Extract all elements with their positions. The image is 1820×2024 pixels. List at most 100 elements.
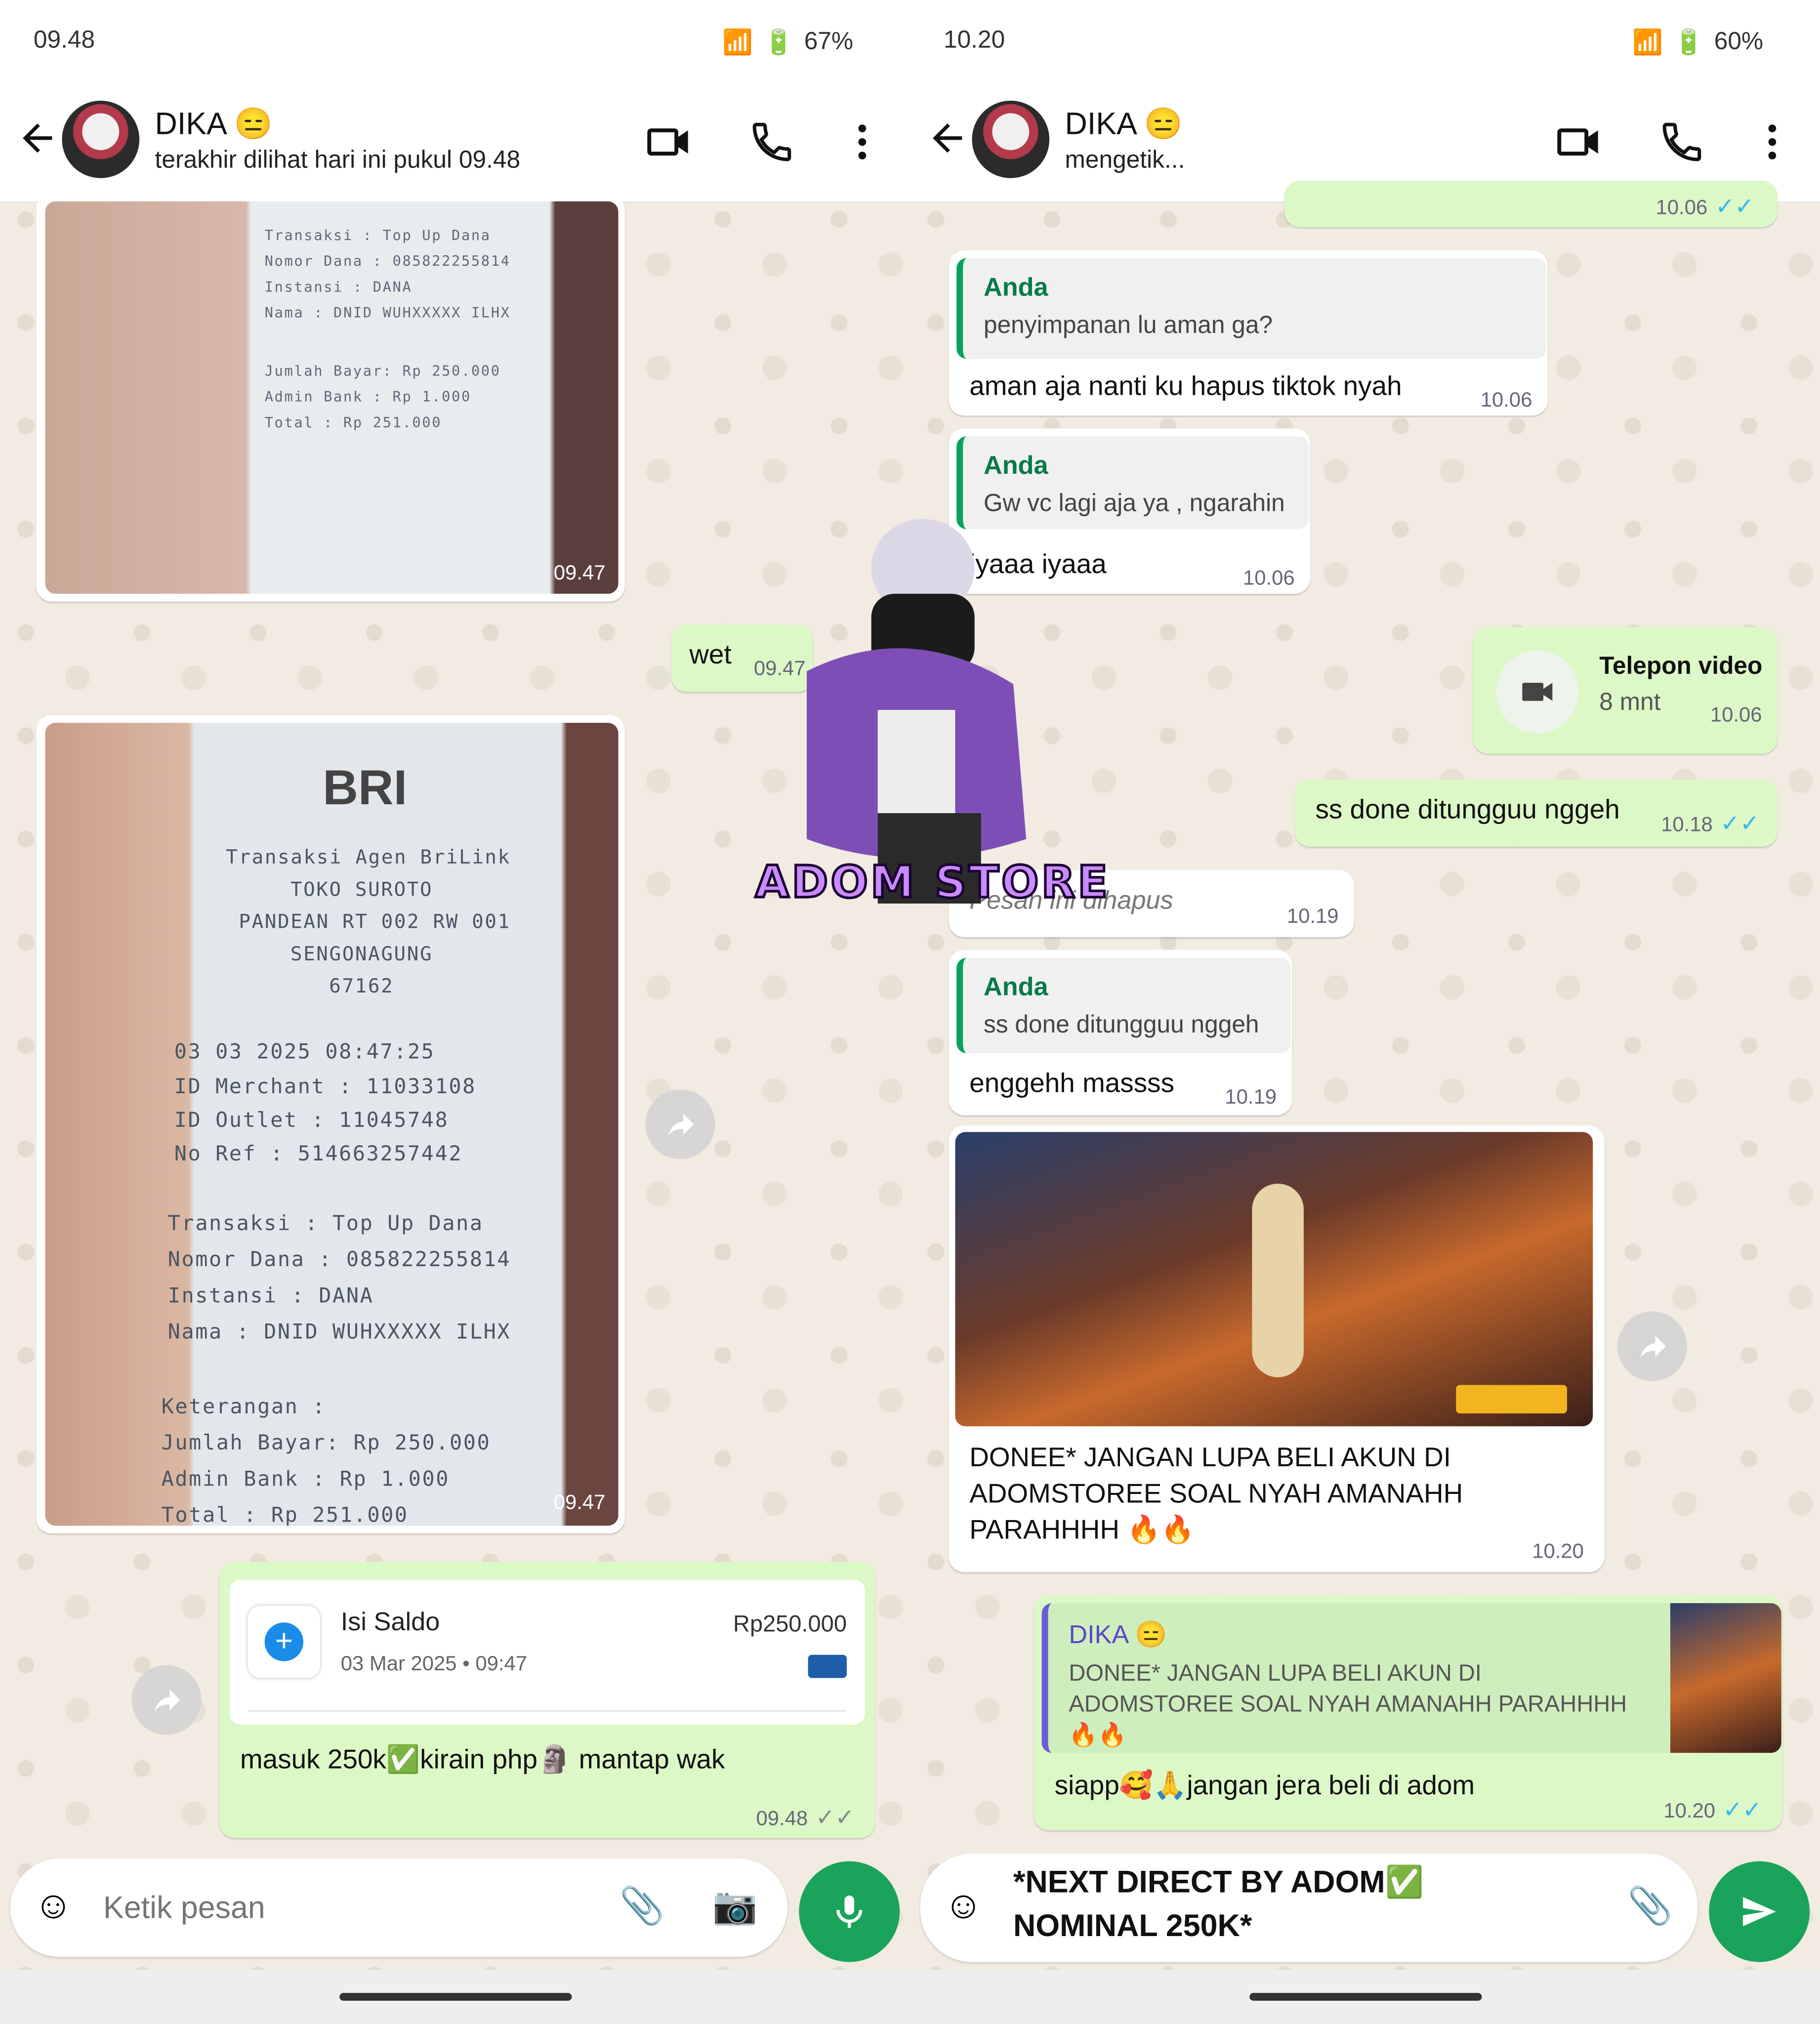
incoming-reply-message[interactable]: Anda penyimpanan lu aman ga? aman aja na… xyxy=(949,250,1548,416)
contact-avatar[interactable] xyxy=(972,100,1050,178)
more-options-icon[interactable] xyxy=(839,119,885,165)
message-text: enggehh massss xyxy=(969,1069,1175,1099)
message-input-bar[interactable]: ☺ 📎 📷 xyxy=(10,1859,787,1957)
message-time-wrap: 10.06 ✓✓ xyxy=(1656,194,1754,221)
card-date: 03 Mar 2025 • 09:47 xyxy=(340,1653,528,1676)
quote-thumbnail xyxy=(1670,1603,1781,1753)
incoming-image-message[interactable]: DONEE* JANGAN LUPA BELI AKUN DI ADOMSTOR… xyxy=(949,1125,1605,1572)
status-bar: 09.48 📶 🔋 67% xyxy=(0,0,910,80)
message-time: 09.47 xyxy=(553,1492,606,1514)
back-arrow-icon[interactable] xyxy=(15,116,59,160)
message-input-bar[interactable]: ☺ *NEXT DIRECT BY ADOM✅ NOMINAL 250K* 📎 xyxy=(920,1853,1697,1962)
video-call-icon[interactable] xyxy=(1555,119,1602,165)
home-indicator[interactable] xyxy=(1248,1993,1482,2001)
receipt-paper: BRI Transaksi Agen BriLink TOKO SUROTO P… xyxy=(97,723,562,1526)
quote-text: DONEE* JANGAN LUPA BELI AKUN DI ADOMSTOR… xyxy=(1069,1660,1627,1748)
send-button[interactable] xyxy=(1709,1861,1810,1962)
receipt-crop-text: Transaksi : Top Up Dana xyxy=(264,227,491,244)
receipt-crop-text: Jumlah Bayar: Rp 250.000 xyxy=(264,363,501,380)
receipt-line: 67162 xyxy=(329,974,394,998)
message-time: 10.06 xyxy=(1480,390,1532,412)
voice-call-icon[interactable] xyxy=(1658,119,1705,165)
draft-text[interactable]: *NEXT DIRECT BY ADOM✅ NOMINAL 250K* xyxy=(1013,1861,1424,1949)
quoted-message[interactable]: DIKA 😑 DONEE* JANGAN LUPA BELI AKUN DI A… xyxy=(1041,1603,1781,1753)
message-time: 10.06 xyxy=(1710,704,1762,727)
message-time: 09.48 xyxy=(756,1808,808,1830)
game-character xyxy=(1252,1183,1304,1377)
incoming-photo-message[interactable]: BRI Transaksi Agen BriLink TOKO SUROTO P… xyxy=(36,715,625,1534)
video-call-log[interactable]: Telepon video 8 mnt 10.06 xyxy=(1473,627,1778,754)
voice-record-button[interactable] xyxy=(799,1861,900,1962)
battery-icon: 🔋 xyxy=(763,30,794,57)
draft-line: *NEXT DIRECT BY ADOM✅ xyxy=(1013,1865,1424,1900)
battery-percent: 60% xyxy=(1714,28,1764,56)
message-time: 10.06 xyxy=(1243,568,1295,590)
attach-icon[interactable]: 📎 xyxy=(1628,1885,1673,1927)
contact-name[interactable]: DIKA 😑 xyxy=(1065,106,1183,143)
home-indicator[interactable] xyxy=(338,1993,572,2001)
message-text: wet xyxy=(689,640,732,670)
battery-percent: 67% xyxy=(804,28,854,56)
receipt-photo-2[interactable]: BRI Transaksi Agen BriLink TOKO SUROTO P… xyxy=(45,723,619,1526)
quote-text: ss done ditungguu nggeh xyxy=(983,1012,1259,1039)
divider xyxy=(248,1710,847,1712)
quote-author: Anda xyxy=(983,452,1048,480)
outgoing-message[interactable]: ss done ditungguu nggeh 10.18 ✓✓ xyxy=(1294,780,1778,847)
outgoing-reply-message[interactable]: DIKA 😑 DONEE* JANGAN LUPA BELI AKUN DI A… xyxy=(1034,1595,1783,1830)
status-icons: 📶 🔋 60% xyxy=(1632,27,1763,58)
outgoing-card-message[interactable]: + Isi Saldo 03 Mar 2025 • 09:47 Rp250.00… xyxy=(219,1562,875,1838)
receipt-line: Instansi : DANA xyxy=(167,1283,374,1308)
forward-icon xyxy=(1640,1335,1666,1359)
message-time: 10.06 xyxy=(1655,197,1708,220)
quoted-message[interactable]: Anda ss done ditungguu nggeh xyxy=(956,957,1291,1054)
quote-author: DIKA 😑 xyxy=(1069,1621,1167,1650)
forward-button[interactable] xyxy=(645,1089,715,1159)
receipt-line: Transaksi : Top Up Dana xyxy=(167,1210,484,1236)
quoted-message[interactable]: Anda penyimpanan lu aman ga? xyxy=(956,258,1547,359)
back-arrow-icon[interactable] xyxy=(925,116,969,160)
receipt-photo-1[interactable]: Transaksi : Top Up Dana Nomor Dana : 085… xyxy=(45,201,619,594)
video-call-log-icon xyxy=(1496,650,1579,734)
receipt-line: ID Outlet : 11045748 xyxy=(174,1107,449,1132)
add-icon-box: + xyxy=(248,1606,320,1678)
status-time: 10.20 xyxy=(943,27,1005,54)
voice-call-icon[interactable] xyxy=(748,119,795,165)
message-input[interactable] xyxy=(100,1882,571,1937)
receipt-line: SENGONAGUNG xyxy=(290,942,433,966)
emoji-sticker-icon[interactable]: ☺ xyxy=(34,1885,73,1929)
emoji-sticker-icon[interactable]: ☺ xyxy=(944,1885,983,1929)
quoted-message[interactable]: Anda Gw vc lagi aja ya , ngarahin xyxy=(956,436,1309,530)
message-time-wrap: 10.20 ✓✓ xyxy=(1663,1797,1762,1824)
receipt-crop-text: Total : Rp 251.000 xyxy=(264,414,442,431)
game-screenshot[interactable] xyxy=(955,1132,1593,1427)
plus-icon: + xyxy=(264,1622,304,1661)
receipt-line: No Ref : 514663257442 xyxy=(174,1141,463,1166)
camera-icon[interactable]: 📷 xyxy=(712,1885,757,1927)
quote-author: Anda xyxy=(983,273,1048,302)
send-icon xyxy=(1742,1897,1776,1927)
receipt-line: Total : Rp 251.000 xyxy=(161,1502,409,1526)
quote-text: penyimpanan lu aman ga? xyxy=(983,312,1273,340)
forward-button[interactable] xyxy=(131,1665,202,1735)
receipt-line: TOKO SUROTO xyxy=(290,877,433,901)
incoming-reply-message[interactable]: Anda ss done ditungguu nggeh enggehh mas… xyxy=(949,950,1292,1115)
message-text: masuk 250k✅kirain php🗿 mantap wak xyxy=(240,1745,725,1775)
read-ticks-icon: ✓✓ xyxy=(1723,1797,1762,1823)
contact-name[interactable]: DIKA 😑 xyxy=(155,106,273,143)
attach-icon[interactable]: 📎 xyxy=(620,1885,664,1927)
quote-author: Anda xyxy=(983,973,1048,1002)
status-bar: 10.20 📶 🔋 60% xyxy=(910,0,1820,80)
transaction-card[interactable]: + Isi Saldo 03 Mar 2025 • 09:47 Rp250.00… xyxy=(230,1580,865,1725)
right-chat-screen: 10.20 📶 🔋 60% DIKA 😑 mengetik... 10.06 ✓✓… xyxy=(910,0,1820,2024)
receipt-line: PANDEAN RT 002 RW 001 xyxy=(239,910,511,934)
outgoing-message-partial[interactable]: 10.06 ✓✓ xyxy=(1284,180,1778,227)
battery-icon: 🔋 xyxy=(1673,30,1704,57)
status-time: 09.48 xyxy=(33,27,95,54)
more-options-icon[interactable] xyxy=(1749,119,1795,165)
video-call-icon[interactable] xyxy=(645,119,692,165)
message-text: siapp🥰🙏jangan jera beli di adom xyxy=(1054,1771,1475,1801)
forward-button[interactable] xyxy=(1617,1311,1687,1381)
receipt-crop-text: Admin Bank : Rp 1.000 xyxy=(264,388,471,406)
incoming-photo-message[interactable]: Transaksi : Top Up Dana Nomor Dana : 085… xyxy=(36,193,625,602)
contact-avatar[interactable] xyxy=(62,100,140,178)
